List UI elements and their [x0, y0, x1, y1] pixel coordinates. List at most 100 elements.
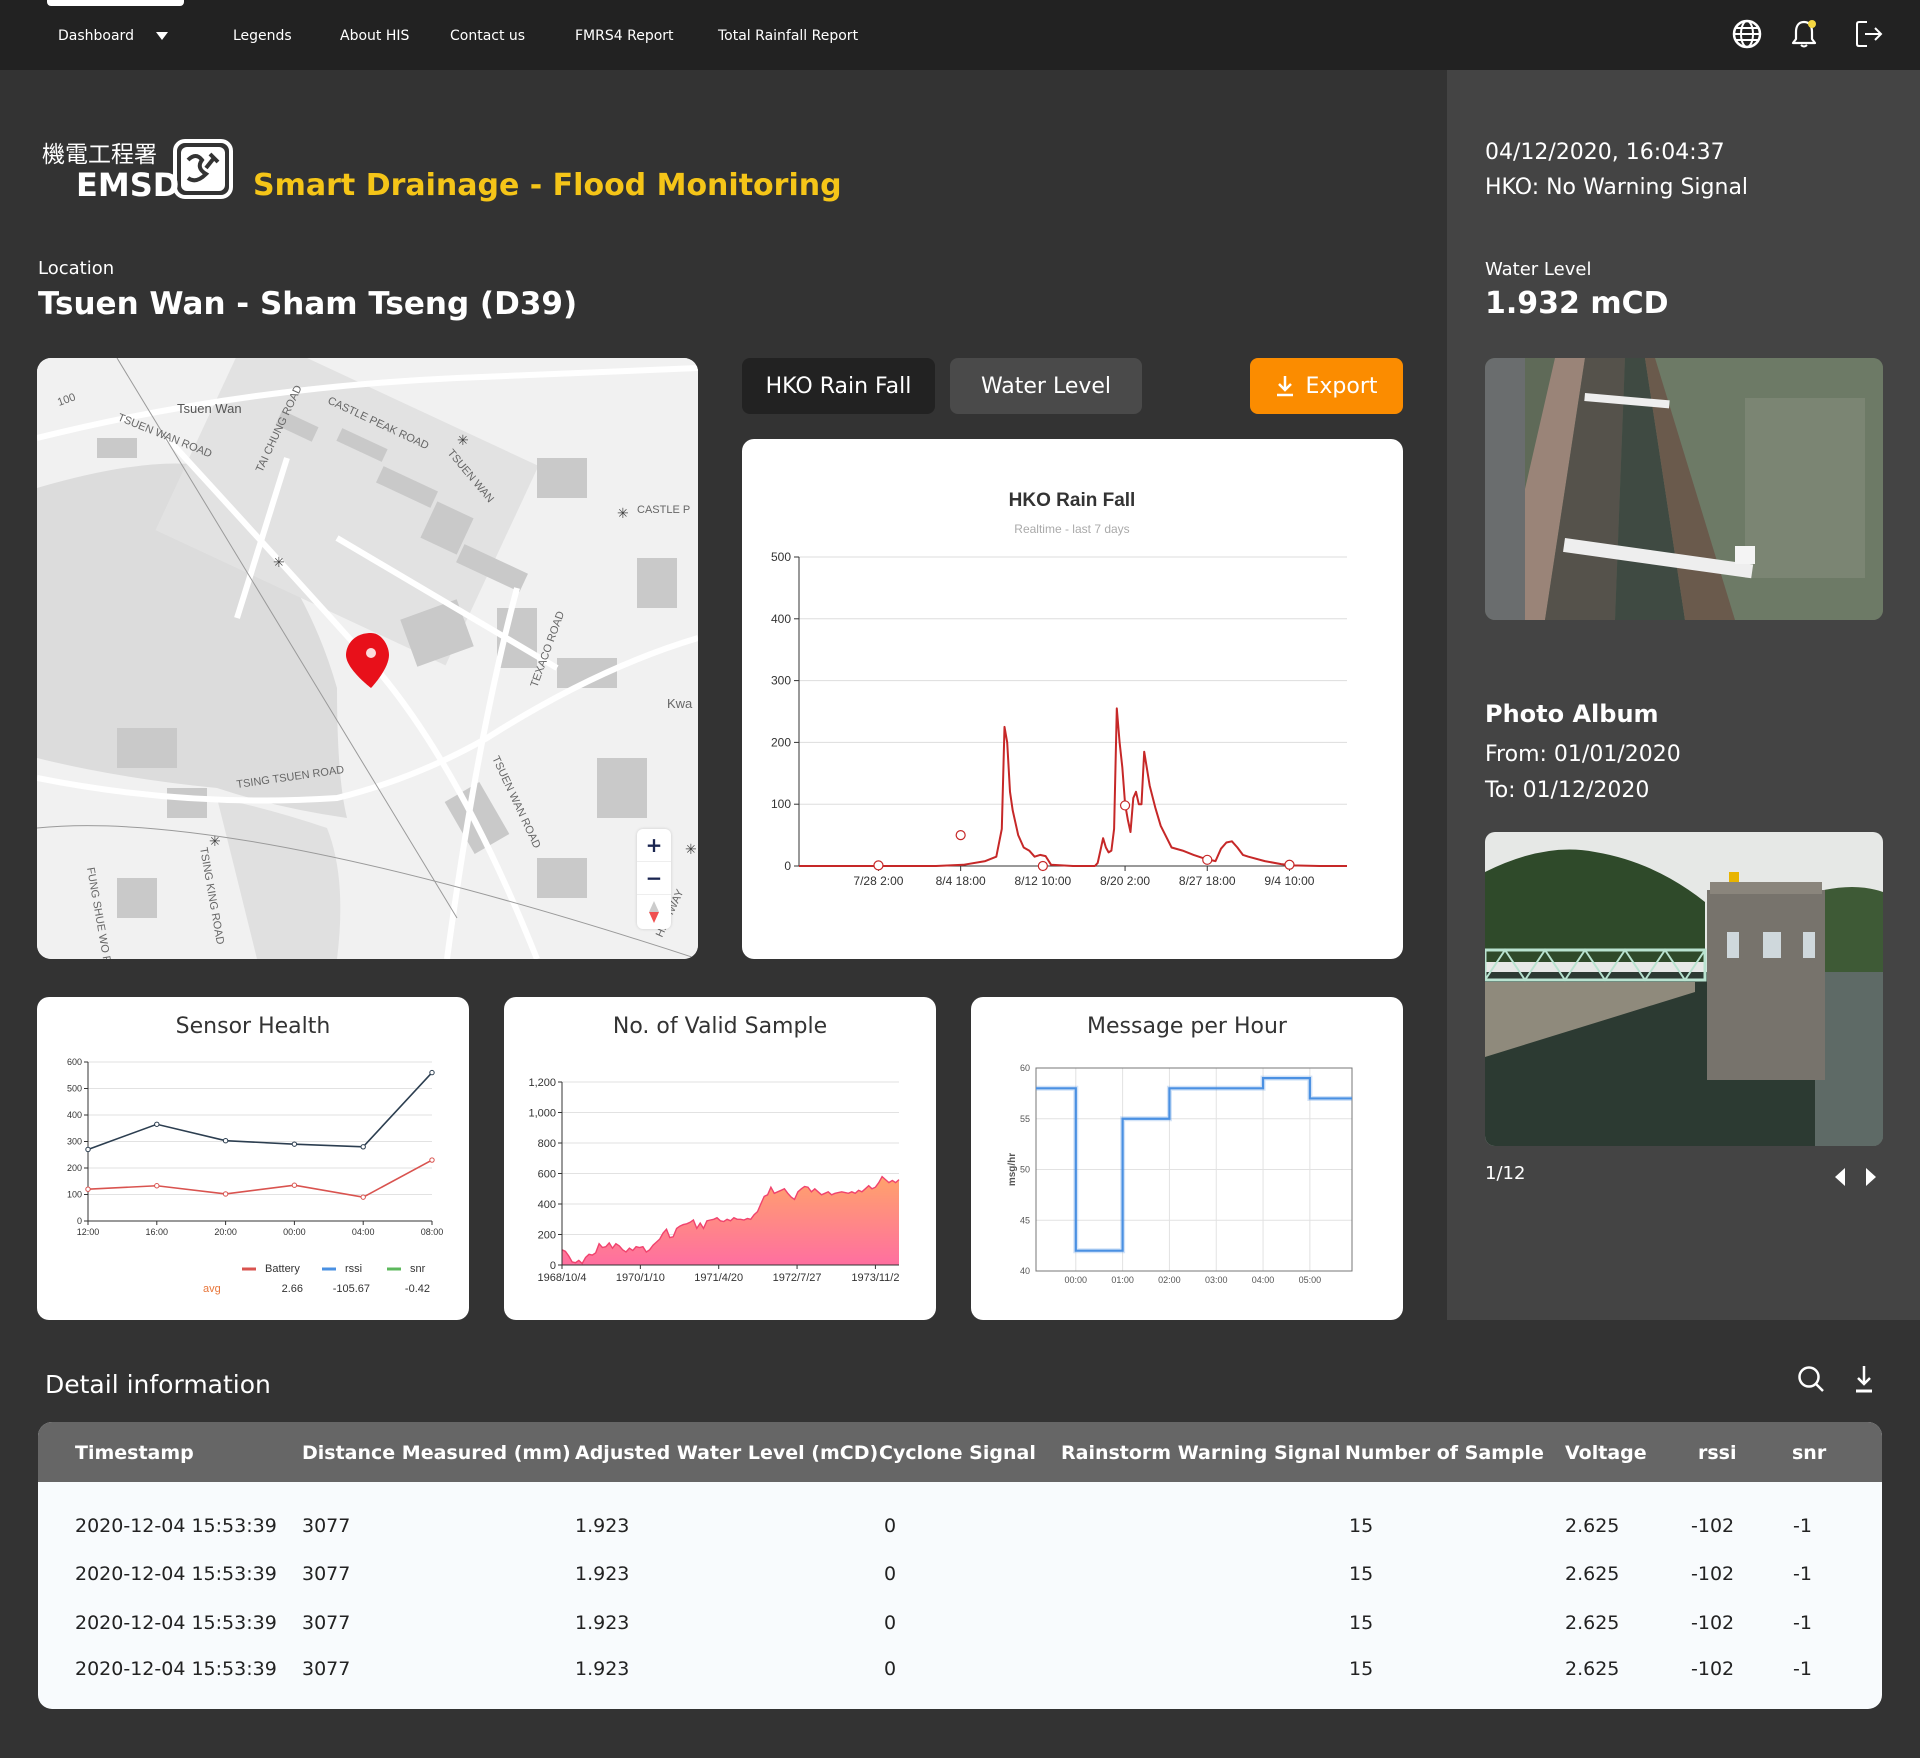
message-per-hour-chart[interactable]: 40 45 50 55 60 00:00 01:00 02:00 03:00 04:00 05:00…: [971, 997, 1403, 1320]
rainfall-point[interactable]: [1202, 854, 1213, 865]
cell-adjusted-water-level: 1.923: [575, 1515, 630, 1537]
map-tiles[interactable]: Tsuen Wan TSUEN WAN ROAD CASTLE PEAK ROA…: [37, 358, 698, 959]
column-header-snr[interactable]: snr: [1792, 1442, 1826, 1464]
series-point[interactable]: [429, 1157, 435, 1163]
nav-fmrs4-report[interactable]: FMRS4 Report: [575, 28, 674, 44]
cell-rssi: -102: [1691, 1612, 1735, 1634]
series-point[interactable]: [360, 1194, 366, 1200]
map-compass-button[interactable]: [637, 895, 671, 928]
download-table-icon[interactable]: [1848, 1363, 1880, 1395]
cell-distance: 3077: [302, 1658, 351, 1680]
globe-icon[interactable]: [1731, 18, 1763, 50]
bell-icon[interactable]: [1788, 18, 1820, 50]
nav-about-his[interactable]: About HIS: [340, 28, 409, 44]
nav-legends[interactable]: Legends: [233, 28, 292, 44]
rainfall-point[interactable]: [1284, 859, 1295, 870]
series-point[interactable]: [429, 1069, 435, 1076]
nav-contact-us[interactable]: Contact us: [450, 28, 525, 44]
series-point[interactable]: [154, 1121, 160, 1127]
table-row[interactable]: 2020-12-04 15:53:39 3077 1.923 0 15 2.625 -102…: [38, 1646, 1882, 1694]
map-zoom-in-button[interactable]: +: [637, 829, 671, 862]
search-icon[interactable]: [1795, 1363, 1827, 1395]
cell-voltage: 2.625: [1565, 1612, 1620, 1634]
compass-icon: [649, 900, 659, 923]
cell-timestamp: 2020-12-04 15:53:39: [75, 1658, 277, 1680]
photo-prev-button[interactable]: [1835, 1168, 1845, 1186]
cell-snr: -1: [1793, 1563, 1812, 1585]
cell-voltage: 2.625: [1565, 1658, 1620, 1680]
cell-distance: 3077: [302, 1612, 351, 1634]
logo-chinese-text: 機電工程署: [42, 142, 157, 168]
photo-album-title: Photo Album: [1485, 700, 1659, 728]
x-tick-label: 1971/4/20: [694, 1272, 743, 1284]
y-tick-label: 800: [538, 1138, 556, 1150]
svg-text:✳: ✳: [617, 505, 629, 521]
table-row[interactable]: 2020-12-04 15:53:39 3077 1.923 0 15 2.625 -102…: [38, 1600, 1882, 1648]
location-map[interactable]: Tsuen Wan TSUEN WAN ROAD CASTLE PEAK ROA…: [37, 358, 698, 959]
cell-number-of-sample: 15: [1349, 1563, 1374, 1585]
map-zoom-out-button[interactable]: −: [637, 862, 671, 895]
series-point[interactable]: [360, 1144, 366, 1150]
rainfall-point[interactable]: [1037, 860, 1048, 872]
download-icon: [1277, 376, 1294, 397]
tab-water-level[interactable]: Water Level: [950, 358, 1142, 414]
photo-album-image[interactable]: [1485, 832, 1883, 1146]
y-tick-label: 100: [771, 797, 791, 811]
column-header-adjusted-water-level[interactable]: Adjusted Water Level (mCD): [575, 1442, 878, 1464]
hko-rainfall-chart[interactable]: HKO Rain Fall Realtime - last 7 days 0 10…: [742, 439, 1403, 959]
emsd-logo: 機電工程署 EMSD: [42, 139, 233, 200]
app-title: Smart Drainage - Flood Monitoring: [253, 168, 842, 203]
cell-rssi: -102: [1691, 1563, 1735, 1585]
photo-album-to-date: To: 01/12/2020: [1485, 778, 1650, 803]
rainfall-point[interactable]: [1119, 800, 1131, 811]
legend-label[interactable]: Battery: [265, 1263, 300, 1275]
series-point[interactable]: [85, 1186, 91, 1192]
series-point[interactable]: [222, 1138, 229, 1144]
tab-hko-rain-fall[interactable]: HKO Rain Fall: [742, 358, 935, 414]
chevron-down-icon[interactable]: [155, 32, 168, 40]
x-tick-label: 04:00: [1252, 1275, 1275, 1285]
column-header-number-of-sample[interactable]: Number of Sample: [1345, 1442, 1544, 1464]
sensor-health-chart[interactable]: 0 100 200 300 400 500 600 12:00 16:00 20:00 00:00 0…: [37, 997, 469, 1320]
nav-dashboard[interactable]: Dashboard: [58, 28, 168, 44]
cell-cyclone-signal: 0: [884, 1563, 897, 1585]
rainfall-point[interactable]: [873, 860, 884, 871]
export-button[interactable]: Export: [1250, 358, 1403, 414]
rainfall-line: [799, 707, 1347, 867]
column-header-distance[interactable]: Distance Measured (mm): [302, 1442, 571, 1464]
nav-dashboard-label: Dashboard: [58, 28, 134, 44]
sensor-site-photo[interactable]: [1485, 358, 1883, 620]
reservoir-photo: [1485, 832, 1883, 1146]
series-point[interactable]: [85, 1146, 91, 1153]
rainfall-point[interactable]: [955, 830, 966, 841]
series-point[interactable]: [291, 1182, 298, 1188]
x-tick-label: 02:00: [1158, 1275, 1181, 1285]
column-header-voltage[interactable]: Voltage: [1565, 1442, 1647, 1464]
column-header-rainstorm-warning[interactable]: Rainstorm Warning Signal: [1061, 1442, 1341, 1464]
x-tick-label: 00:00: [1065, 1275, 1088, 1285]
table-row[interactable]: 2020-12-04 15:53:39 3077 1.923 0 15 2.625 -102…: [38, 1551, 1882, 1599]
table-row[interactable]: 2020-12-04 15:53:39 3077 1.923 0 15 2.625 -102…: [38, 1503, 1882, 1551]
cell-snr: -1: [1793, 1658, 1812, 1680]
chart-title: HKO Rain Fall: [1009, 490, 1136, 511]
column-header-rssi[interactable]: rssi: [1698, 1442, 1737, 1464]
cell-number-of-sample: 15: [1349, 1612, 1374, 1634]
valid-sample-chart[interactable]: 0 200 400 600 800 1,000 1,200 1968/10/4 1970/1/1…: [504, 997, 936, 1320]
legend-label[interactable]: rssi: [345, 1263, 362, 1275]
map-label: Tsuen Wan: [177, 401, 242, 416]
legend-label[interactable]: snr: [410, 1263, 426, 1275]
x-tick-label: 20:00: [214, 1227, 237, 1237]
column-header-timestamp[interactable]: Timestamp: [75, 1442, 194, 1464]
svg-text:✳: ✳: [273, 554, 285, 570]
y-tick-label: 1,000: [528, 1108, 556, 1120]
column-header-cyclone-signal[interactable]: Cyclone Signal: [879, 1442, 1036, 1464]
series-point[interactable]: [291, 1141, 298, 1147]
logout-icon[interactable]: [1853, 18, 1885, 50]
nav-total-rainfall-report[interactable]: Total Rainfall Report: [718, 28, 858, 44]
series-point[interactable]: [154, 1183, 160, 1189]
photo-next-button[interactable]: [1866, 1168, 1876, 1186]
map-label: Kwa: [667, 696, 693, 711]
detail-information-title: Detail information: [45, 1370, 271, 1399]
series-point[interactable]: [222, 1191, 229, 1197]
y-tick-label: 400: [538, 1199, 556, 1211]
